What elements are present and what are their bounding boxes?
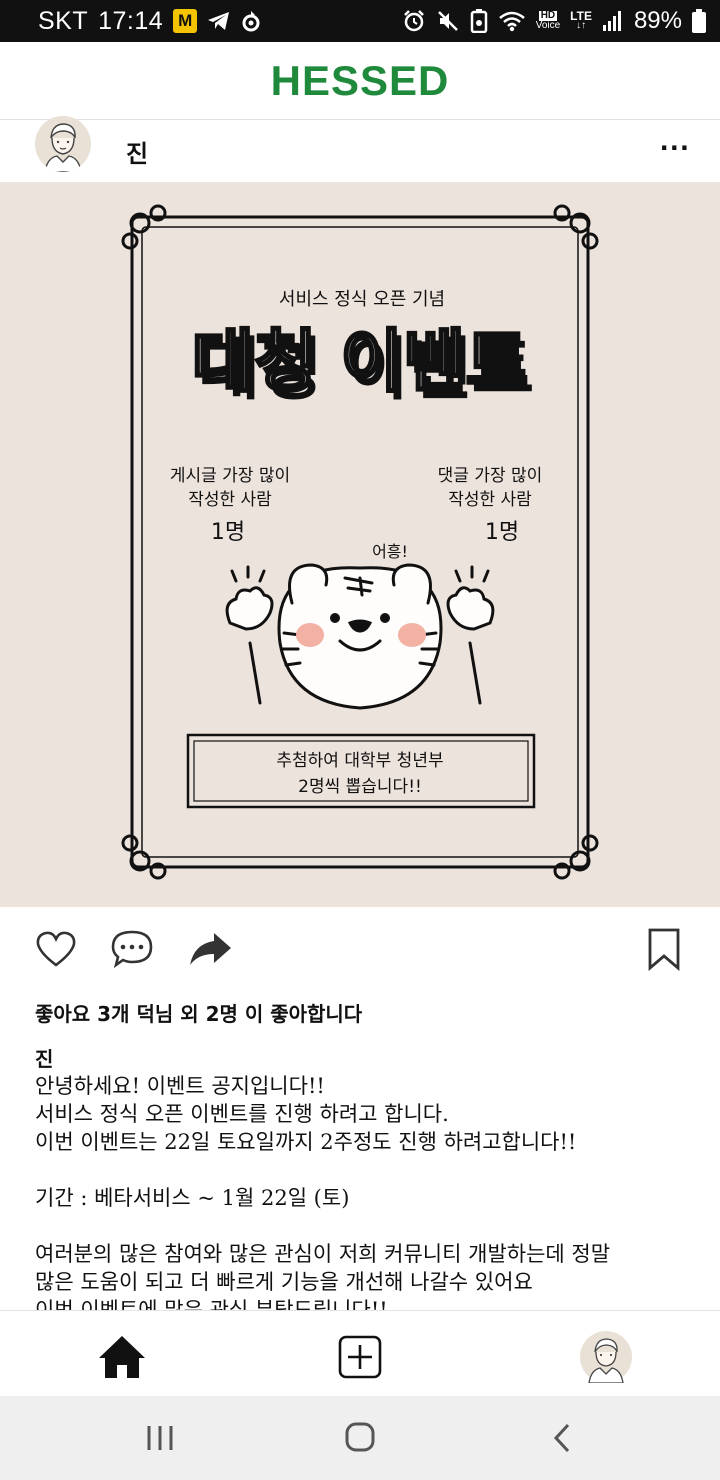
caption-author[interactable]: 진 — [35, 1043, 53, 1072]
avatar[interactable] — [580, 1331, 632, 1383]
box-line2: 2명씩 뽑습니다!! — [298, 777, 422, 797]
system-nav-bar — [0, 1396, 720, 1480]
alarm-icon — [403, 10, 424, 32]
caption-line: 안녕하세요! 이벤트 공지입니다!! — [35, 1074, 325, 1098]
carrier-label: SKT — [38, 6, 89, 35]
caption-line: 서비스 정식 오픈 이벤트를 진행 하려고 합니다. — [35, 1102, 449, 1126]
add-post-icon[interactable] — [334, 1331, 386, 1383]
caption-line: 기간 : 베타서비스 ~ 1월 22일 (토) — [35, 1186, 350, 1210]
location-icon — [242, 11, 260, 32]
post-actions — [0, 907, 720, 989]
caption-line: 이번 이벤트에 많은 관심 부탁드립니다!! — [35, 1298, 388, 1310]
left-award-count: 1명 — [211, 520, 245, 545]
battery-percentage: 89% — [633, 7, 682, 34]
battery-saver-icon — [470, 9, 487, 33]
caption-line — [35, 1212, 695, 1240]
caption-line — [35, 1156, 695, 1184]
data-arrows-icon: ↓↑ — [576, 20, 587, 31]
recent-apps-icon[interactable] — [140, 1420, 180, 1456]
hd-voice-indicator: HD Voice — [536, 11, 560, 31]
mute-icon — [437, 11, 458, 31]
more-options-button[interactable]: ··· — [660, 134, 690, 162]
status-right: HD Voice LTE ↓↑ 89% — [402, 7, 706, 35]
clock: 17:14 — [98, 6, 164, 35]
share-icon[interactable] — [188, 927, 232, 971]
app-header: HESSED — [0, 42, 720, 120]
home-button-icon[interactable] — [340, 1420, 380, 1456]
bottom-nav — [0, 1310, 720, 1396]
back-icon[interactable] — [542, 1420, 582, 1456]
post-caption: 안녕하세요! 이벤트 공지입니다!! 서비스 정식 오픈 이벤트를 진행 하려고… — [35, 1072, 695, 1310]
home-icon[interactable] — [96, 1331, 148, 1383]
voice-label: Voice — [535, 20, 561, 31]
post-author-name[interactable]: 진 — [126, 134, 148, 169]
event-poster: 서비스 정식 오픈 기념 대청 이벤트 대청 이벤트 게시글 가장 많이 작성한… — [121, 204, 599, 880]
left-award-line1: 게시글 가장 많이 — [170, 466, 290, 486]
right-award-line1: 댓글 가장 많이 — [438, 466, 543, 486]
right-award-line2: 작성한 사람 — [448, 490, 532, 510]
bookmark-icon[interactable] — [642, 927, 686, 971]
status-bar: SKT 17:14 M HD Voice LTE ↓↑ 89% — [0, 0, 720, 42]
poster-title: 대청 이벤트 — [192, 323, 528, 402]
right-award-count: 1명 — [485, 520, 519, 545]
wifi-icon — [498, 11, 525, 32]
likes-summary[interactable]: 좋아요 3개 덕님 외 2명 이 좋아합니다 — [35, 998, 362, 1027]
post-image[interactable]: 서비스 정식 오픈 기념 대청 이벤트 대청 이벤트 게시글 가장 많이 작성한… — [0, 183, 720, 907]
tiger-speech: 어흥! — [372, 542, 408, 561]
app-title: HESSED — [270, 56, 450, 104]
m-notification-icon: M — [173, 9, 198, 33]
caption-line: 이번 이벤트는 22일 토요일까지 2주정도 진행 하려고합니다!! — [35, 1130, 577, 1154]
tiger-illustration — [225, 563, 495, 710]
signal-icon — [602, 11, 621, 31]
box-line1: 추첨하여 대학부 청년부 — [276, 751, 443, 771]
status-left: SKT 17:14 M — [38, 7, 261, 36]
author-avatar[interactable] — [35, 116, 91, 172]
heart-icon[interactable] — [34, 927, 78, 971]
caption-line: 여러분의 많은 참여와 많은 관심이 저희 커뮤니티 개발하는데 정말 — [35, 1242, 611, 1266]
battery-icon — [692, 9, 706, 33]
poster-subtitle: 서비스 정식 오픈 기념 — [279, 289, 445, 310]
telegram-icon — [208, 12, 230, 30]
caption-line: 많은 도움이 되고 더 빠르게 기능을 개선해 나갈수 있어요 — [35, 1270, 533, 1294]
comment-icon[interactable] — [110, 927, 154, 971]
post-header: 진 ··· — [0, 116, 720, 183]
left-award-line2: 작성한 사람 — [188, 490, 272, 510]
lte-indicator: LTE ↓↑ — [570, 10, 592, 31]
